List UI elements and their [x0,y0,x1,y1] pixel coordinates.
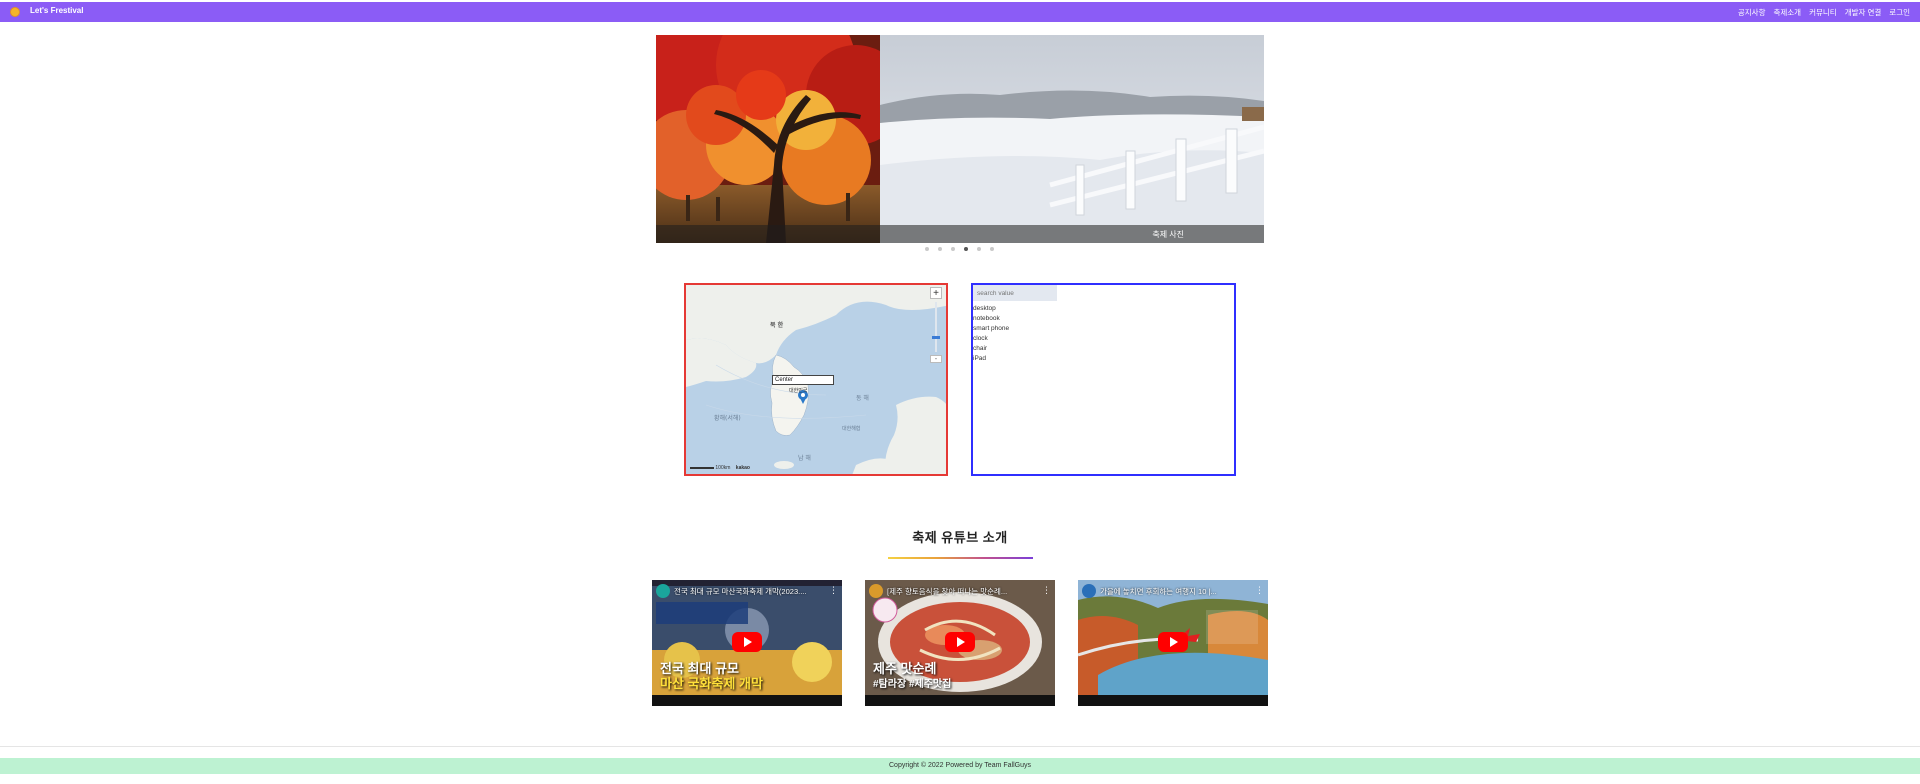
carousel-indicators [925,247,994,251]
svg-text:황해(서해): 황해(서해) [714,414,741,422]
brand-logo-icon[interactable] [10,7,20,17]
svg-text:대한해협: 대한해협 [842,425,860,432]
nav-link-developer[interactable]: 개발자 연결 [1845,7,1882,18]
more-options-icon[interactable]: ⋮ [1255,586,1264,595]
youtube-video-2[interactable]: [제주 향토음식을 찾아 떠나는 맛순례... ⋮ 제주 맛순례 #탐라장 #제… [865,580,1055,706]
carousel-dot[interactable] [951,247,955,251]
more-options-icon[interactable]: ⋮ [1042,586,1051,595]
youtube-play-icon[interactable] [1158,632,1188,652]
map-scale-bar: 100km kakao [690,465,750,471]
list-item[interactable]: smart phone [973,324,1009,334]
youtube-video-3[interactable]: 가을에 놓치면 후회하는 여행지 10 |... ⋮ [1078,580,1268,706]
zoom-slider-handle[interactable] [932,336,940,339]
list-item[interactable]: notebook [973,314,1009,324]
nav-link-festival-intro[interactable]: 축제소개 [1773,7,1801,18]
list-item[interactable]: chair [973,344,1009,354]
channel-avatar[interactable] [1082,584,1096,598]
list-item[interactable]: desktop [973,304,1009,314]
carousel-caption: 축제 사진 [1152,230,1184,239]
map-provider-logo: kakao [735,465,750,471]
search-input[interactable] [973,285,1057,301]
svg-text:동 해: 동 해 [856,394,869,402]
nav-link-community[interactable]: 커뮤니티 [1809,7,1837,18]
copyright-text: Copyright © 2022 Powered by Team FallGuy… [889,762,1031,769]
zoom-in-button[interactable]: + [930,287,942,299]
map-zoom-control: + - [930,287,942,367]
snowy-fence-photo [880,35,1264,243]
carousel-dot[interactable] [990,247,994,251]
video-overlay-subtext: #탐라장 #제주맛집 [873,679,952,690]
channel-avatar[interactable] [869,584,883,598]
youtube-section-heading: 축제 유튜브 소개 [912,530,1008,545]
video-title[interactable]: 전국 최대 규모 마산국화축제 개막(2023.... [674,586,828,597]
channel-avatar[interactable] [656,584,670,598]
footer: Copyright © 2022 Powered by Team FallGuy… [0,758,1920,774]
youtube-play-icon[interactable] [945,632,975,652]
svg-text:남 해: 남 해 [798,454,811,462]
carousel-dot-active[interactable] [964,247,968,251]
zoom-slider[interactable] [932,302,940,352]
list-item[interactable]: clock [973,334,1009,344]
festival-photo-carousel[interactable]: 축제 사진 [656,35,1264,243]
top-navbar: Let's Frestival 공지사항 축제소개 커뮤니티 개발자 연결 로그… [0,2,1920,22]
carousel-caption-bar: 축제 사진 [656,225,1264,243]
carousel-dot[interactable] [977,247,981,251]
video-title[interactable]: 가을에 놓치면 후회하는 여행지 10 |... [1100,586,1254,597]
nav-links: 공지사항 축제소개 커뮤니티 개발자 연결 로그인 [1738,7,1910,18]
search-list-panel: desktop notebook smart phone clock chair… [971,283,1236,476]
nav-link-notice[interactable]: 공지사항 [1738,7,1766,18]
svg-text:북 한: 북 한 [770,321,784,329]
youtube-video-1[interactable]: 전국 최대 규모 마산국화축제 개막(2023.... ⋮ 전국 최대 규모 마… [652,580,842,706]
map-scale-label: 100km [715,465,731,471]
video-title[interactable]: [제주 향토음식을 찾아 떠나는 맛순례... [887,586,1041,597]
item-list: desktop notebook smart phone clock chair… [973,304,1009,364]
nav-link-login[interactable]: 로그인 [1889,7,1910,18]
carousel-dot[interactable] [925,247,929,251]
carousel-dot[interactable] [938,247,942,251]
youtube-play-icon[interactable] [732,632,762,652]
brand-name[interactable]: Let's Frestival [30,6,83,15]
autumn-maple-photo [656,35,880,243]
more-options-icon[interactable]: ⋮ [829,586,838,595]
kakao-map[interactable]: 북 한 대한민국 동 해 황해(서해) 남 해 대한해협 + - Center … [684,283,948,476]
svg-text:대한민국: 대한민국 [789,387,808,394]
footer-divider [0,746,1920,747]
map-center-label: Center [772,375,834,385]
video-overlay-subtext: 마산 국화축제 개막 [660,676,763,691]
heading-underline [888,557,1033,559]
zoom-out-button[interactable]: - [930,355,942,363]
list-item[interactable]: iPad [973,354,1009,364]
